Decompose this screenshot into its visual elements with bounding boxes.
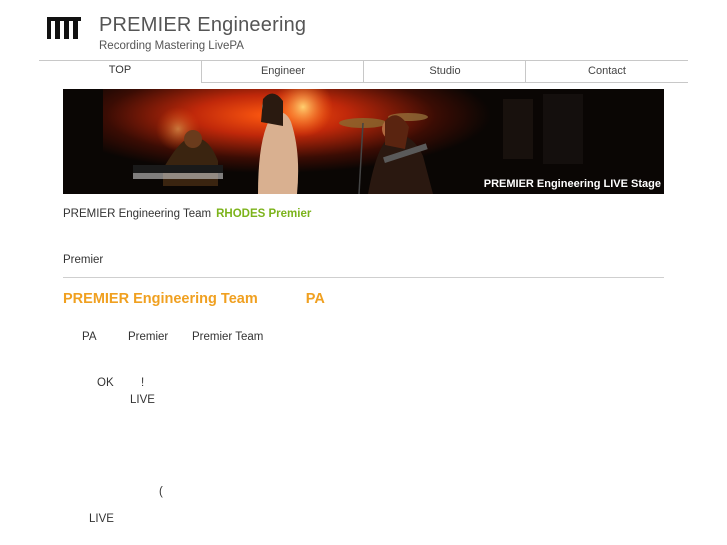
premier-line: Premier: [63, 254, 104, 266]
body-pa: PA: [82, 331, 97, 343]
intro-team: PREMIER Engineering Team: [63, 208, 212, 220]
body-premier-team: Premier Team: [192, 331, 264, 343]
site-title[interactable]: PREMIER Engineering: [99, 14, 306, 37]
banner-caption: PREMIER Engineering LIVE Stage: [483, 178, 661, 190]
tab-studio[interactable]: Studio: [363, 61, 526, 82]
body-ok: OK: [97, 377, 114, 389]
body-paren: (: [159, 486, 163, 498]
section-divider: [63, 277, 664, 278]
tab-top[interactable]: TOP: [39, 61, 201, 83]
hero-banner: PREMIER Engineering LIVE Stage: [63, 89, 664, 194]
body-premier: Premier: [128, 331, 169, 343]
body-live-2: LIVE: [89, 513, 114, 525]
site-tagline: Recording Mastering LivePA: [99, 40, 244, 52]
section-title: PREMIER Engineering Team PA: [63, 291, 325, 307]
main-nav: TOP Engineer Studio Contact: [39, 60, 688, 83]
tab-engineer[interactable]: Engineer: [201, 61, 364, 82]
intro-text: PREMIER Engineering Team RHODES Premier: [63, 208, 311, 220]
rhodes-premier-link[interactable]: RHODES Premier: [216, 208, 311, 220]
body-exclaim: !: [141, 377, 145, 389]
section-title-pa: PA: [305, 291, 325, 307]
section-title-text: PREMIER Engineering Team: [63, 291, 258, 307]
tab-contact[interactable]: Contact: [525, 61, 688, 82]
piano-keys-icon: [47, 17, 81, 39]
body-live-1: LIVE: [130, 394, 155, 406]
